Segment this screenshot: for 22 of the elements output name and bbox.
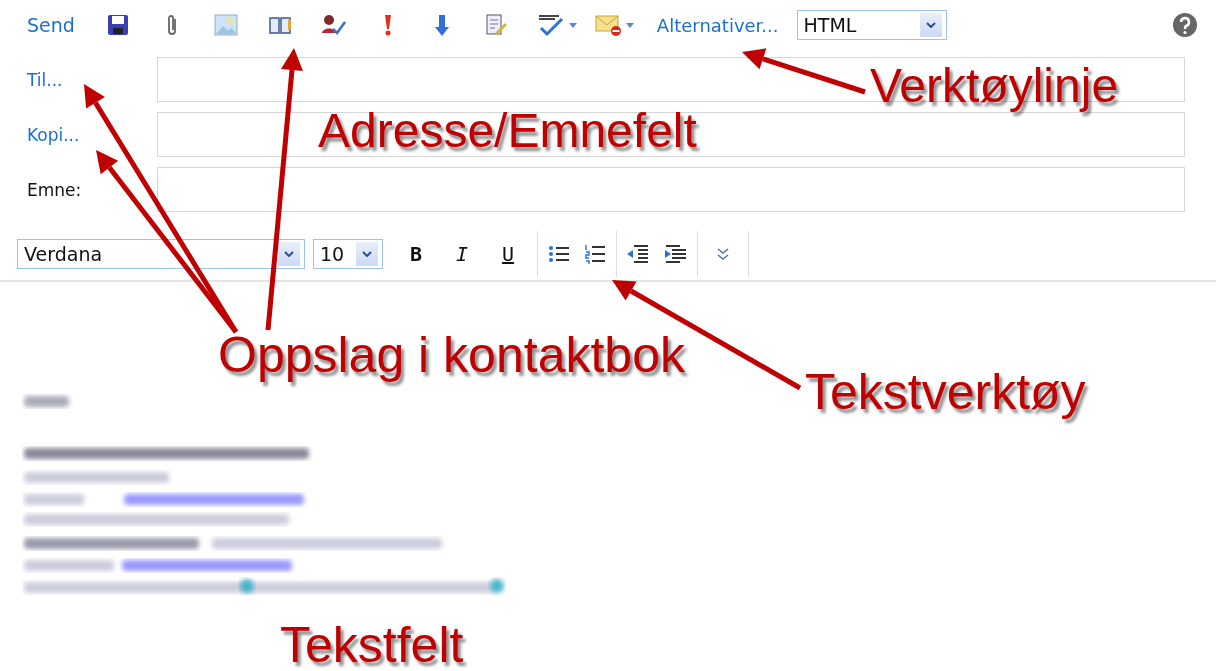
bold-button[interactable]: B bbox=[393, 237, 439, 271]
annotation-label: Oppslag i kontaktbok bbox=[218, 330, 685, 380]
font-select[interactable]: Verdana bbox=[17, 239, 305, 269]
field-label: Emne: bbox=[27, 179, 83, 200]
annotation-label: Adresse/Emnefelt bbox=[318, 107, 697, 155]
chevron-down-icon[interactable] bbox=[284, 251, 294, 257]
chevron-down-icon[interactable] bbox=[925, 22, 936, 28]
italic-button[interactable]: I bbox=[439, 237, 485, 271]
help-icon[interactable] bbox=[1172, 12, 1198, 38]
underline-button[interactable]: U bbox=[485, 237, 531, 271]
address-link[interactable]: Til... bbox=[27, 69, 157, 90]
send-link[interactable]: Send bbox=[27, 14, 75, 36]
annotation-label: Tekstfelt bbox=[280, 620, 464, 670]
annotation-label: Verktøylinje bbox=[870, 62, 1119, 110]
chevron-down-icon[interactable] bbox=[362, 251, 372, 257]
options-link[interactable]: Alternativer... bbox=[656, 14, 779, 36]
address-link[interactable]: Kopi... bbox=[27, 124, 157, 145]
address-field[interactable] bbox=[157, 112, 1185, 157]
format-select[interactable]: HTML bbox=[796, 10, 947, 40]
annotation-label: Tekstverktøy bbox=[805, 367, 1086, 417]
size-select[interactable]: 10 bbox=[313, 239, 383, 269]
address-field[interactable] bbox=[157, 167, 1185, 212]
